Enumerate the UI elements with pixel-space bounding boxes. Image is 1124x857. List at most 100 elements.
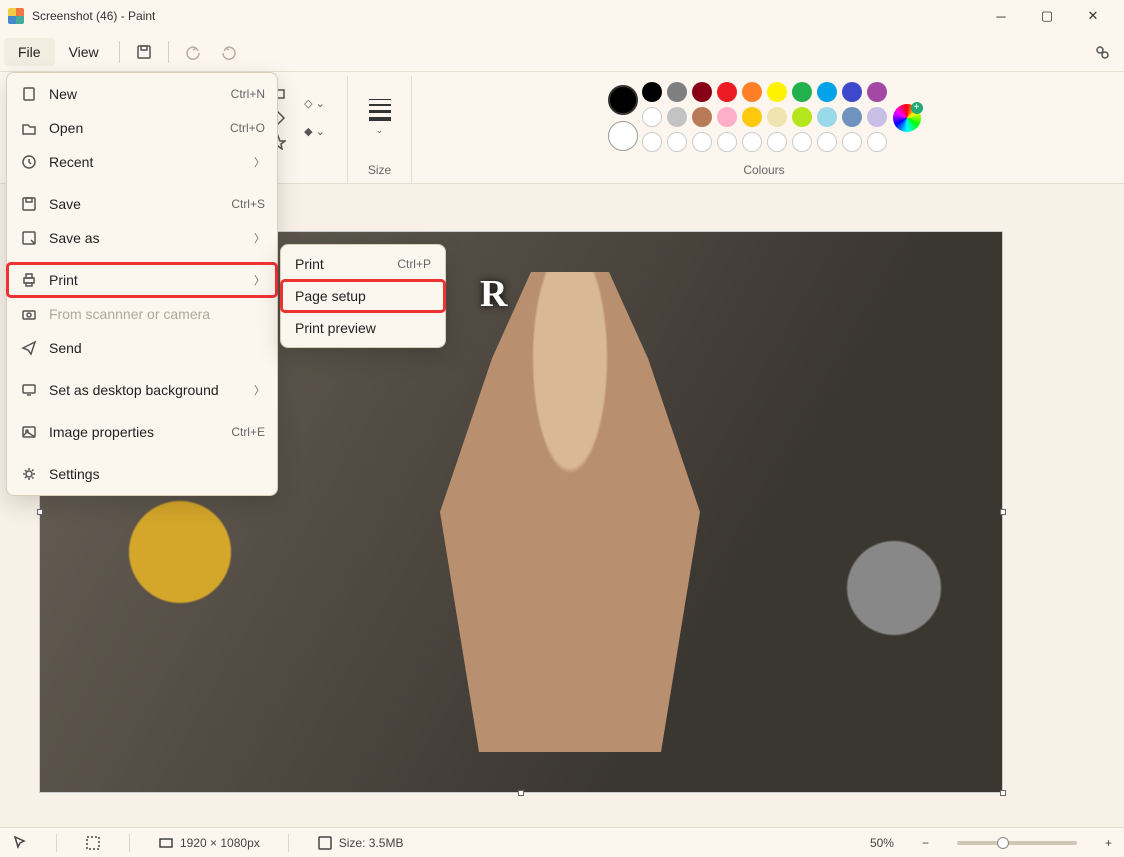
separator: [168, 41, 169, 63]
group-size: ⌄ Size: [348, 76, 412, 183]
file-settings-label: Settings: [49, 466, 100, 482]
palette-swatch[interactable]: [667, 82, 687, 102]
selection-size: [85, 835, 101, 851]
palette-swatch[interactable]: [742, 107, 762, 127]
palette-swatch[interactable]: [717, 107, 737, 127]
print-label: Print: [295, 256, 324, 272]
save-icon-button[interactable]: [126, 36, 162, 68]
file-send[interactable]: Send: [7, 331, 277, 365]
dimensions-icon: [158, 835, 174, 851]
palette-swatch-empty[interactable]: [692, 132, 712, 152]
close-button[interactable]: ✕: [1070, 0, 1116, 32]
zoom-in-button[interactable]: +: [1105, 836, 1112, 850]
group-label-size: Size: [368, 159, 391, 183]
canvas-handprint: [110, 472, 250, 632]
file-properties[interactable]: Image properties Ctrl+E: [7, 415, 277, 449]
group-label-colours: Colours: [743, 159, 784, 183]
file-open-label: Open: [49, 120, 83, 136]
window-title: Screenshot (46) - Paint: [32, 9, 978, 23]
file-icon: [19, 86, 39, 102]
zoom-out-button[interactable]: −: [922, 836, 929, 850]
file-desktop-bg[interactable]: Set as desktop background 〉: [7, 373, 277, 407]
cursor-icon: [12, 835, 28, 851]
undo-button[interactable]: [175, 36, 211, 68]
redo-button[interactable]: [211, 36, 247, 68]
app-icon: [8, 8, 24, 24]
palette-swatch[interactable]: [817, 82, 837, 102]
file-open[interactable]: Open Ctrl+O: [7, 111, 277, 145]
shortcut: Ctrl+P: [397, 257, 431, 271]
file-print[interactable]: Print 〉: [7, 263, 277, 297]
palette-swatch-empty[interactable]: [767, 132, 787, 152]
chevron-right-icon: 〉: [254, 272, 265, 288]
file-menu: New Ctrl+N Open Ctrl+O Recent 〉 Save Ctr…: [6, 72, 278, 496]
color-2[interactable]: [608, 121, 638, 151]
palette-swatch[interactable]: [842, 82, 862, 102]
palette-swatch-empty[interactable]: [817, 132, 837, 152]
statusbar: 1920 × 1080px Size: 3.5MB 50% − +: [0, 827, 1124, 857]
palette-swatch[interactable]: [642, 82, 662, 102]
file-save-as[interactable]: Save as 〉: [7, 221, 277, 255]
palette-swatch-empty[interactable]: [742, 132, 762, 152]
palette-swatch[interactable]: [767, 82, 787, 102]
group-colours: Colours: [412, 76, 1116, 183]
image-dimensions: 1920 × 1080px: [158, 835, 260, 851]
palette-swatch[interactable]: [792, 107, 812, 127]
palette-swatch[interactable]: [692, 107, 712, 127]
edit-colors-button[interactable]: [893, 104, 921, 132]
palette-swatch-empty[interactable]: [792, 132, 812, 152]
print-submenu-page-setup[interactable]: Page setup: [281, 280, 445, 312]
palette-swatch-empty[interactable]: [842, 132, 862, 152]
zoom-slider[interactable]: [957, 841, 1077, 845]
resize-handle[interactable]: [1000, 509, 1006, 515]
palette-swatch[interactable]: [792, 82, 812, 102]
maximize-button[interactable]: ▢: [1024, 0, 1070, 32]
file-recent[interactable]: Recent 〉: [7, 145, 277, 179]
palette-swatch[interactable]: [742, 82, 762, 102]
file-size: Size: 3.5MB: [317, 835, 404, 851]
menu-file[interactable]: File: [4, 38, 55, 66]
resize-handle[interactable]: [1000, 790, 1006, 796]
file-recent-label: Recent: [49, 154, 93, 170]
print-icon: [19, 272, 39, 288]
file-new-label: New: [49, 86, 77, 102]
resize-handle[interactable]: [37, 509, 43, 515]
palette-swatch[interactable]: [817, 107, 837, 127]
file-new[interactable]: New Ctrl+N: [7, 77, 277, 111]
minimize-button[interactable]: ─: [978, 0, 1024, 32]
shortcut: Ctrl+S: [231, 197, 265, 211]
menu-view[interactable]: View: [55, 38, 113, 66]
size-dropdown[interactable]: ⌄: [360, 95, 400, 141]
palette-swatch[interactable]: [842, 107, 862, 127]
titlebar: Screenshot (46) - Paint ─ ▢ ✕: [0, 0, 1124, 32]
file-settings[interactable]: Settings: [7, 457, 277, 491]
palette-swatch[interactable]: [717, 82, 737, 102]
file-desktop-label: Set as desktop background: [49, 382, 219, 398]
palette-swatch-empty[interactable]: [642, 132, 662, 152]
palette-swatch-empty[interactable]: [717, 132, 737, 152]
palette-swatch[interactable]: [867, 82, 887, 102]
settings-gear-button[interactable]: [1084, 36, 1120, 68]
palette-swatch[interactable]: [867, 107, 887, 127]
palette-swatch-empty[interactable]: [867, 132, 887, 152]
resize-handle[interactable]: [518, 790, 524, 796]
shape-outline-dropdown[interactable]: ◇ ⌄: [301, 94, 329, 114]
color-1[interactable]: [608, 85, 638, 115]
palette-swatch[interactable]: [667, 107, 687, 127]
shape-fill-dropdown[interactable]: ◆ ⌄: [301, 122, 329, 142]
file-save-label: Save: [49, 196, 81, 212]
palette-swatch[interactable]: [767, 107, 787, 127]
file-save[interactable]: Save Ctrl+S: [7, 187, 277, 221]
save-icon: [136, 44, 152, 60]
print-submenu-print[interactable]: Print Ctrl+P: [281, 248, 445, 280]
chevron-right-icon: 〉: [254, 382, 265, 398]
print-submenu-preview[interactable]: Print preview: [281, 312, 445, 344]
palette-swatch[interactable]: [692, 82, 712, 102]
palette-swatch[interactable]: [642, 107, 662, 127]
zoom-thumb[interactable]: [997, 837, 1009, 849]
palette-swatch-empty[interactable]: [667, 132, 687, 152]
print-preview-label: Print preview: [295, 320, 376, 336]
gear-pair-icon: [1094, 44, 1110, 60]
cursor-pos: [12, 835, 28, 851]
file-send-label: Send: [49, 340, 82, 356]
